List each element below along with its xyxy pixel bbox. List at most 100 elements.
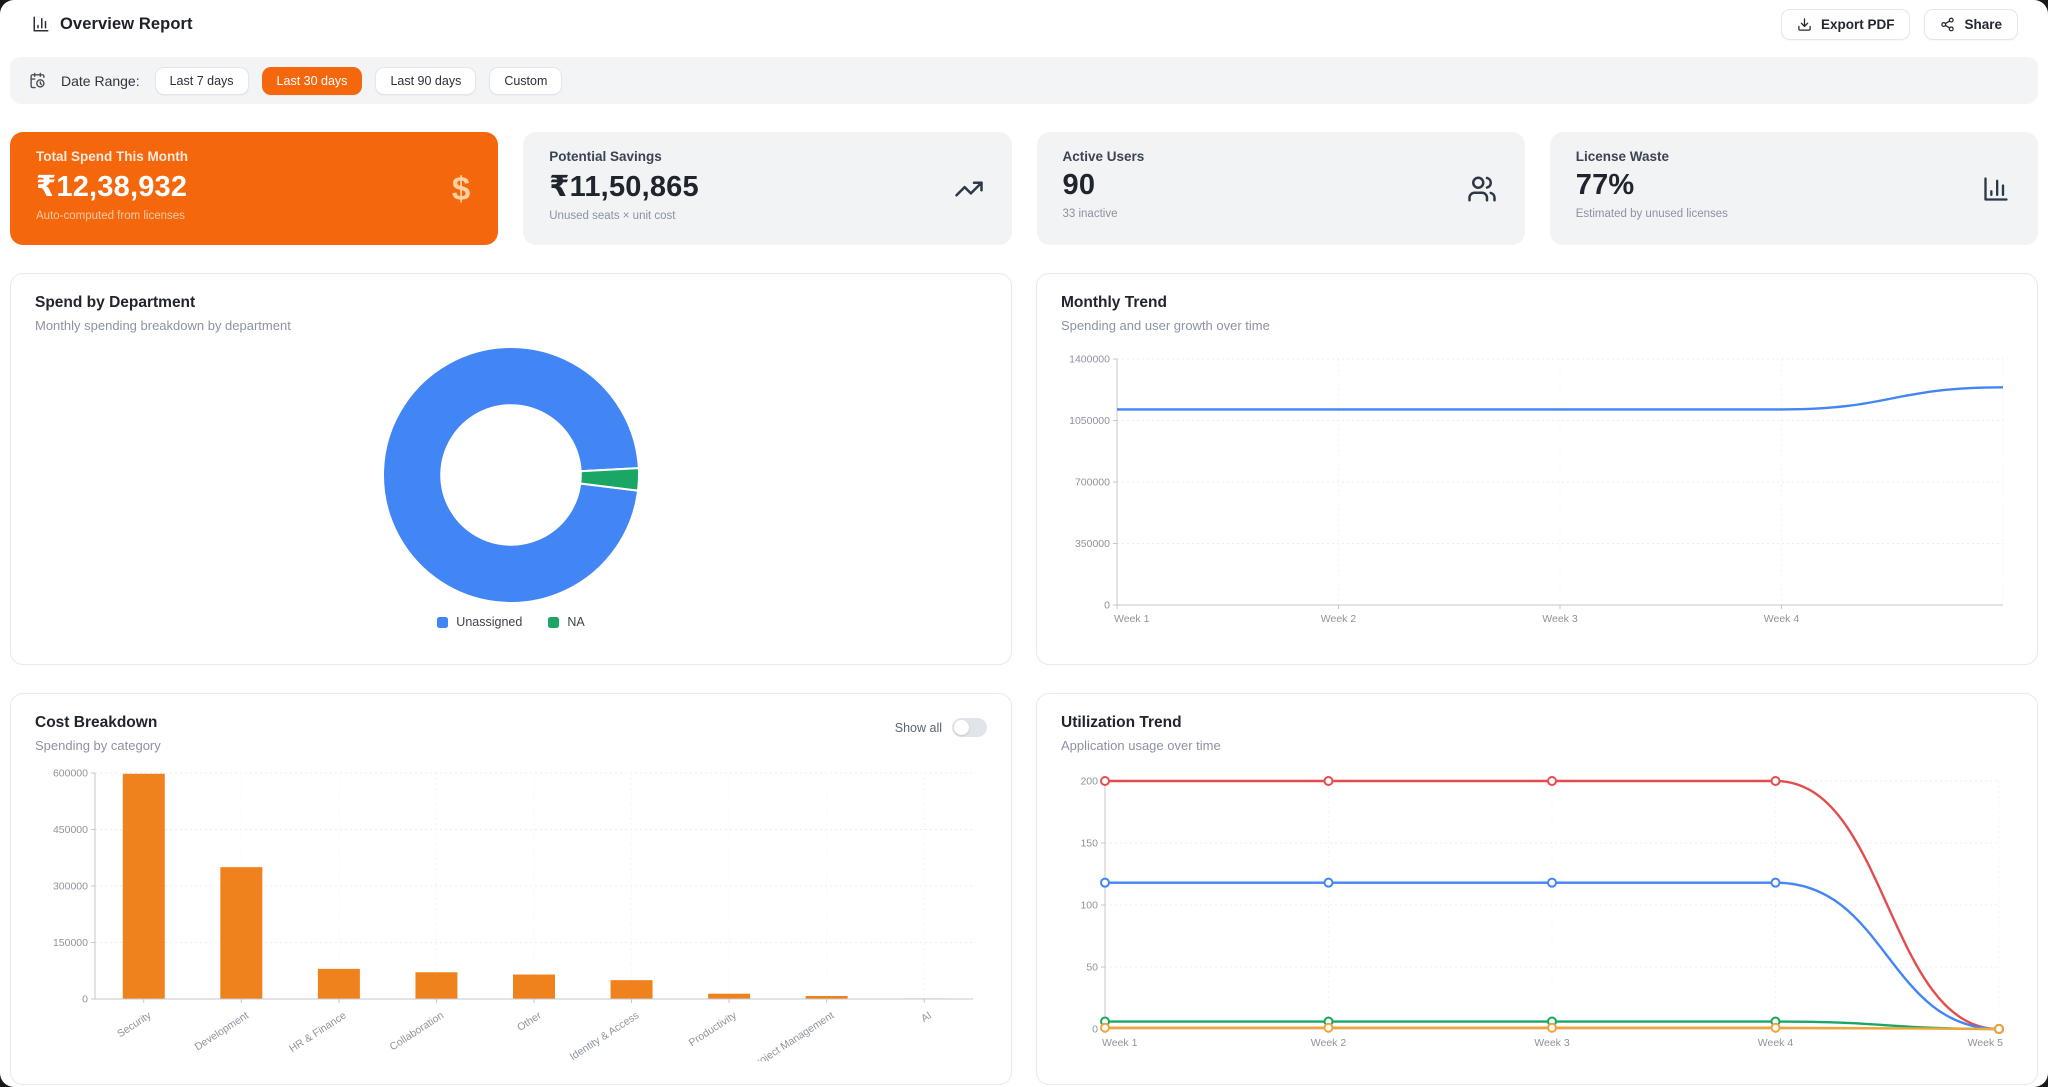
cost-breakdown-bar-chart: 0 150000 300000 450000 600000 Security Develop… xyxy=(35,761,987,1061)
legend-label: NA xyxy=(567,615,584,629)
utilization-trend-panel: Utilization Trend Application usage over… xyxy=(1036,693,2038,1085)
charts-row-2: Cost Breakdown Spending by category Show… xyxy=(10,693,2038,1085)
svg-text:200: 200 xyxy=(1080,776,1098,788)
monthly-trend-line-chart: Week 1 Week 2 Week 3 Week 4 0 350000 700000 105… xyxy=(1061,345,2013,637)
date-range-label: Date Range: xyxy=(61,73,140,89)
svg-text:Other: Other xyxy=(515,1009,544,1034)
show-all-label: Show all xyxy=(895,721,942,735)
svg-text:Week 5: Week 5 xyxy=(1968,1037,2004,1049)
svg-text:1050000: 1050000 xyxy=(1069,415,1110,427)
panel-title: Cost Breakdown xyxy=(35,714,161,732)
svg-text:Week 4: Week 4 xyxy=(1764,613,1800,625)
date-range-option-custom[interactable]: Custom xyxy=(489,67,562,95)
svg-text:50: 50 xyxy=(1086,962,1098,974)
panel-subtitle: Spending by category xyxy=(35,738,161,753)
svg-text:Week 1: Week 1 xyxy=(1114,613,1150,625)
panel-subtitle: Application usage over time xyxy=(1061,738,2013,753)
svg-text:AI: AI xyxy=(919,1009,934,1024)
stat-card-total-spend-this-month: Total Spend This Month ₹12,38,932 Auto-com… xyxy=(10,132,498,245)
svg-text:Week 2: Week 2 xyxy=(1311,1037,1347,1049)
bar-chart-icon xyxy=(1982,175,2010,203)
panel-title: Utilization Trend xyxy=(1061,714,2013,732)
svg-text:450000: 450000 xyxy=(53,824,88,836)
spend-by-department-panel: Spend by Department Monthly spending bre… xyxy=(10,273,1012,665)
stat-label: Active Users xyxy=(1063,149,1499,164)
panel-title: Monthly Trend xyxy=(1061,294,2013,312)
cost-breakdown-panel: Cost Breakdown Spending by category Show… xyxy=(10,693,1012,1085)
dollar-icon: $ xyxy=(452,170,470,208)
stat-value: ₹11,50,865 xyxy=(549,169,985,204)
charts-row-1: Spend by Department Monthly spending bre… xyxy=(10,273,2038,665)
share-icon xyxy=(1940,17,1955,32)
svg-text:0: 0 xyxy=(1104,600,1110,612)
stat-sublabel: Auto-computed from licenses xyxy=(36,210,472,222)
svg-text:Project Management: Project Management xyxy=(749,1009,837,1061)
legend-swatch xyxy=(437,617,448,628)
stat-card-active-users: Active Users 90 33 inactive xyxy=(1037,132,1525,245)
svg-text:Week 4: Week 4 xyxy=(1758,1037,1794,1049)
stat-label: License Waste xyxy=(1576,149,2012,164)
share-label: Share xyxy=(1964,17,2002,32)
svg-text:Week 1: Week 1 xyxy=(1102,1037,1138,1049)
stat-label: Potential Savings xyxy=(549,149,985,164)
stat-card-license-waste: License Waste 77% Estimated by unused lice… xyxy=(1550,132,2038,245)
svg-text:700000: 700000 xyxy=(1075,477,1110,489)
stat-value: 77% xyxy=(1576,169,2012,202)
svg-text:Security: Security xyxy=(115,1009,154,1040)
svg-text:300000: 300000 xyxy=(53,881,88,893)
svg-text:Productivity: Productivity xyxy=(687,1009,740,1049)
app-header: Overview Report Export PDF Share xyxy=(0,0,2048,42)
svg-text:150000: 150000 xyxy=(53,937,88,949)
overview-report-page: Overview Report Export PDF Share Date Ra… xyxy=(0,0,2048,1087)
svg-text:Week 3: Week 3 xyxy=(1534,1037,1570,1049)
legend-swatch xyxy=(548,617,559,628)
panel-subtitle: Spending and user growth over time xyxy=(1061,318,2013,333)
trending-up-icon xyxy=(954,174,984,204)
stat-sublabel: Unused seats × unit cost xyxy=(549,210,985,222)
svg-text:0: 0 xyxy=(1092,1024,1098,1036)
date-range-bar: Date Range: Last 7 daysLast 30 daysLast … xyxy=(10,57,2038,104)
svg-text:150: 150 xyxy=(1080,838,1098,850)
legend-item-unassigned[interactable]: Unassigned xyxy=(437,615,522,629)
export-pdf-label: Export PDF xyxy=(1821,17,1895,32)
export-pdf-button[interactable]: Export PDF xyxy=(1781,9,1911,40)
stat-label: Total Spend This Month xyxy=(36,149,472,164)
donut-legend: Unassigned NA xyxy=(35,615,987,629)
svg-text:600000: 600000 xyxy=(53,768,88,780)
svg-text:Collaboration: Collaboration xyxy=(388,1009,447,1053)
date-range-options: Last 7 days Last 30 days Last 90 days Custo… xyxy=(155,67,563,95)
panel-title: Spend by Department xyxy=(35,294,987,312)
stat-sublabel: 33 inactive xyxy=(1063,208,1499,220)
calendar-clock-icon xyxy=(29,72,46,89)
utilization-trend-line-chart: Week 1 Week 2 Week 3 Week 4 Week 5 0 50 100 150 2… xyxy=(1061,767,2013,1059)
date-range-option-last-7-days[interactable]: Last 7 days xyxy=(155,67,249,95)
svg-text:0: 0 xyxy=(82,994,88,1006)
stat-cards-row: Total Spend This Month ₹12,38,932 Auto-com… xyxy=(10,132,2038,245)
toggle-knob xyxy=(954,720,969,735)
svg-text:Development: Development xyxy=(193,1009,251,1053)
users-icon xyxy=(1467,174,1497,204)
monthly-trend-panel: Monthly Trend Spending and user growth o… xyxy=(1036,273,2038,665)
download-icon xyxy=(1797,17,1812,32)
svg-text:1400000: 1400000 xyxy=(1069,354,1110,366)
share-button[interactable]: Share xyxy=(1924,9,2018,40)
legend-item-na[interactable]: NA xyxy=(548,615,584,629)
svg-text:Week 2: Week 2 xyxy=(1321,613,1357,625)
page-title: Overview Report xyxy=(60,15,193,34)
show-all-toggle[interactable] xyxy=(952,718,987,737)
svg-text:100: 100 xyxy=(1080,900,1098,912)
spend-by-department-donut-chart xyxy=(35,339,987,611)
stat-value: 90 xyxy=(1063,169,1499,202)
date-range-option-last-90-days[interactable]: Last 90 days xyxy=(375,67,476,95)
svg-text:Week 3: Week 3 xyxy=(1542,613,1578,625)
stat-card-potential-savings: Potential Savings ₹11,50,865 Unused seats … xyxy=(523,132,1011,245)
date-range-option-last-30-days[interactable]: Last 30 days xyxy=(262,67,363,95)
legend-label: Unassigned xyxy=(456,615,522,629)
svg-text:HR & Finance: HR & Finance xyxy=(287,1009,348,1055)
svg-text:Identity & Access: Identity & Access xyxy=(568,1009,642,1061)
stat-value: ₹12,38,932 xyxy=(36,169,472,204)
stat-sublabel: Estimated by unused licenses xyxy=(1576,208,2012,220)
panel-subtitle: Monthly spending breakdown by department xyxy=(35,318,987,333)
svg-text:350000: 350000 xyxy=(1075,538,1110,550)
report-icon xyxy=(32,15,50,33)
